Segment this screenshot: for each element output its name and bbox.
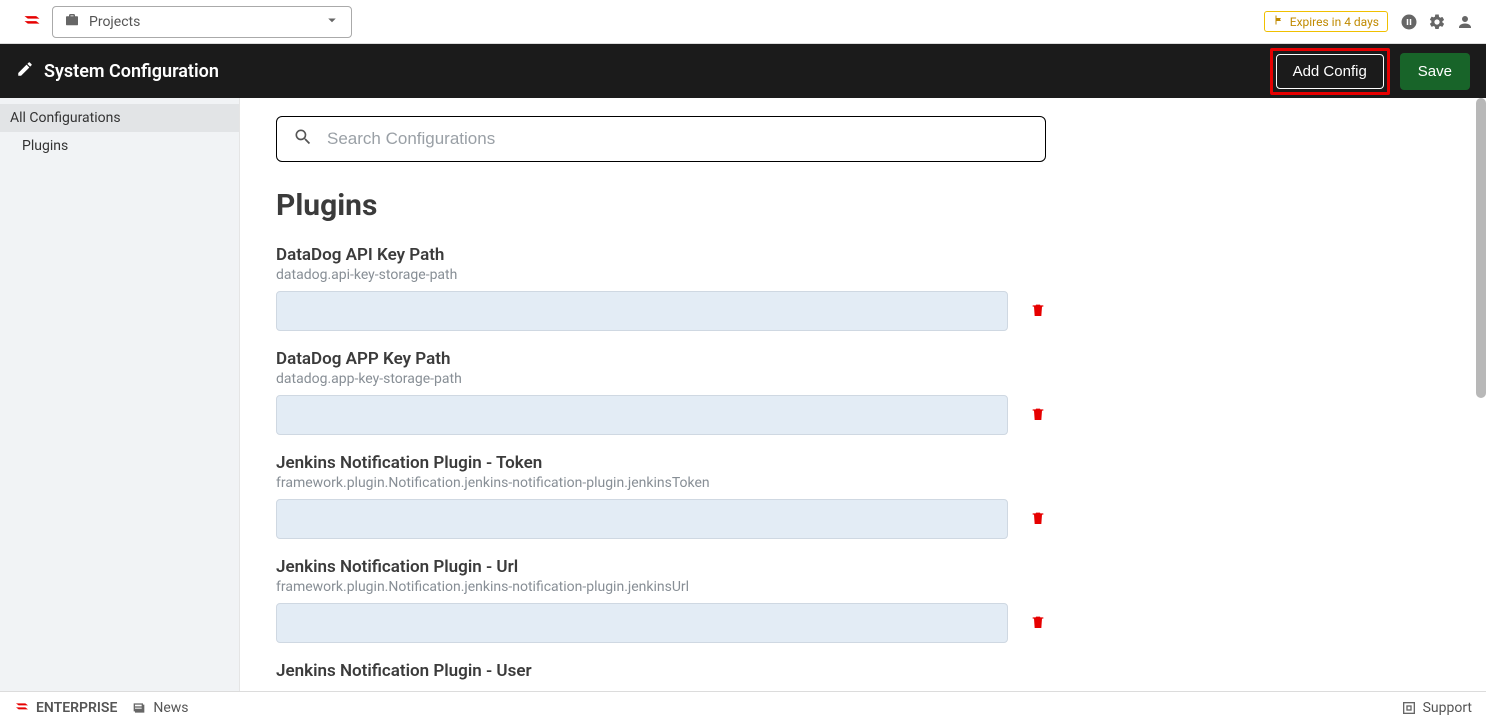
logo-icon [14, 700, 30, 716]
footer-news[interactable]: News [131, 700, 188, 716]
trash-icon [1030, 509, 1046, 527]
newspaper-icon [131, 700, 147, 716]
app-logo[interactable] [12, 12, 52, 32]
footer-support-label: Support [1423, 700, 1472, 716]
license-expiry-badge[interactable]: Expires in 4 days [1264, 11, 1388, 32]
scrollbar[interactable] [1476, 98, 1486, 398]
pause-button[interactable] [1400, 13, 1418, 31]
config-key: framework.plugin.Notification.jenkins-no… [276, 579, 1450, 595]
sidebar: All Configurations Plugins [0, 98, 240, 691]
chevron-down-icon [323, 11, 341, 33]
footer-support[interactable]: Support [1401, 700, 1472, 716]
page-title: System Configuration [44, 61, 219, 82]
license-expiry-text: Expires in 4 days [1290, 15, 1379, 29]
content-area: Plugins DataDog API Key Path datadog.api-… [240, 98, 1486, 691]
life-ring-icon [1401, 700, 1417, 716]
main: All Configurations Plugins Plugins DataD… [0, 98, 1486, 691]
config-label: DataDog APP Key Path [276, 349, 1450, 369]
config-label: Jenkins Notification Plugin - User [276, 661, 1450, 681]
search-input[interactable] [327, 129, 1029, 149]
logo-icon [22, 12, 42, 32]
footer-brand[interactable]: ENTERPRISE [14, 700, 117, 716]
footer-brand-label: ENTERPRISE [36, 700, 117, 716]
config-label: DataDog API Key Path [276, 245, 1450, 265]
config-value-input[interactable] [276, 603, 1008, 643]
config-row: Jenkins Notification Plugin - Token frame… [276, 453, 1450, 539]
pause-circle-icon [1400, 13, 1418, 31]
footer: ENTERPRISE News Support [0, 691, 1486, 723]
config-value-input[interactable] [276, 395, 1008, 435]
trash-icon [1030, 301, 1046, 319]
settings-button[interactable] [1428, 13, 1446, 31]
gear-icon [1428, 13, 1446, 31]
search-box[interactable] [276, 116, 1046, 162]
page-header: System Configuration Add Config Save [0, 44, 1486, 98]
delete-config-button[interactable] [1030, 301, 1046, 322]
pencil-icon [16, 60, 34, 83]
config-label: Jenkins Notification Plugin - Token [276, 453, 1450, 473]
section-title: Plugins [276, 188, 1450, 223]
config-key: datadog.api-key-storage-path [276, 267, 1450, 283]
sidebar-item-all-configurations[interactable]: All Configurations [0, 104, 239, 132]
config-key: framework.plugin.Notification.jenkins-no… [276, 475, 1450, 491]
config-row: DataDog APP Key Path datadog.app-key-stor… [276, 349, 1450, 435]
project-selector[interactable]: Projects [52, 6, 352, 38]
user-icon [1456, 13, 1474, 31]
config-value-input[interactable] [276, 291, 1008, 331]
add-config-highlight: Add Config [1270, 48, 1390, 95]
config-value-input[interactable] [276, 499, 1008, 539]
delete-config-button[interactable] [1030, 405, 1046, 426]
trash-icon [1030, 405, 1046, 423]
footer-news-label: News [153, 700, 188, 716]
delete-config-button[interactable] [1030, 509, 1046, 530]
briefcase-icon [63, 11, 81, 33]
config-row: Jenkins Notification Plugin - User [276, 661, 1450, 681]
sidebar-item-plugins[interactable]: Plugins [0, 132, 239, 160]
delete-config-button[interactable] [1030, 613, 1046, 634]
config-row: Jenkins Notification Plugin - Url framewo… [276, 557, 1450, 643]
topbar: Projects Expires in 4 days [0, 0, 1486, 44]
add-config-button[interactable]: Add Config [1276, 54, 1384, 89]
config-label: Jenkins Notification Plugin - Url [276, 557, 1450, 577]
project-selector-label: Projects [89, 14, 140, 30]
config-key: datadog.app-key-storage-path [276, 371, 1450, 387]
user-menu-button[interactable] [1456, 13, 1474, 31]
search-icon [293, 127, 313, 151]
trash-icon [1030, 613, 1046, 631]
flag-icon [1273, 14, 1285, 29]
config-row: DataDog API Key Path datadog.api-key-stor… [276, 245, 1450, 331]
save-button[interactable]: Save [1400, 53, 1470, 90]
